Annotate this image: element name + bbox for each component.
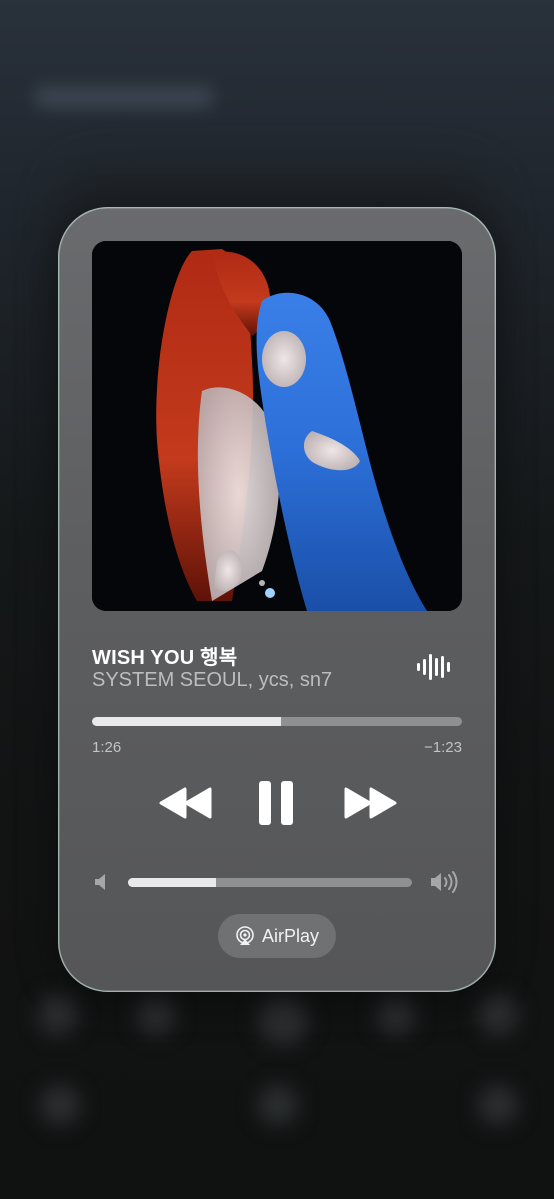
pause-button[interactable] <box>256 779 296 827</box>
playback-scrubber[interactable] <box>92 717 462 726</box>
forward-button[interactable] <box>342 785 398 821</box>
airplay-label: AirPlay <box>261 925 319 946</box>
speaker-low-icon <box>95 874 105 890</box>
album-artwork-image <box>92 241 462 611</box>
background-blurred-control <box>478 995 518 1035</box>
time-elapsed: 1:26 <box>92 739 122 756</box>
background-blurred-title <box>34 86 214 108</box>
now-playing-card: WISH YOU 행복 SYSTEM SEOUL, ycs, sn7 1:26 … <box>58 207 496 992</box>
time-remaining: −1:23 <box>424 739 462 756</box>
background-blurred-control <box>136 995 176 1035</box>
album-artwork[interactable] <box>92 241 462 611</box>
forward-icon <box>344 787 397 819</box>
background-blurred-control <box>258 1085 298 1125</box>
background-blurred-control <box>40 1085 80 1125</box>
airplay-button[interactable]: AirPlay <box>218 914 336 958</box>
song-title[interactable]: WISH YOU 행복 <box>92 641 237 670</box>
background-blurred-control <box>258 995 308 1045</box>
airplay-icon <box>236 926 254 945</box>
playback-progress-fill <box>92 717 281 726</box>
background-blurred-control <box>478 1085 518 1125</box>
backward-icon <box>159 787 212 819</box>
waveform-icon <box>417 654 450 680</box>
pause-icon <box>259 781 293 825</box>
volume-slider[interactable] <box>128 878 412 887</box>
background-blurred-control <box>376 995 416 1035</box>
volume-level-fill <box>128 878 217 887</box>
rewind-button[interactable] <box>158 785 214 821</box>
background-blurred-control <box>38 995 78 1035</box>
speaker-high-icon <box>431 871 458 893</box>
song-artist[interactable]: SYSTEM SEOUL, ycs, sn7 <box>92 669 332 692</box>
